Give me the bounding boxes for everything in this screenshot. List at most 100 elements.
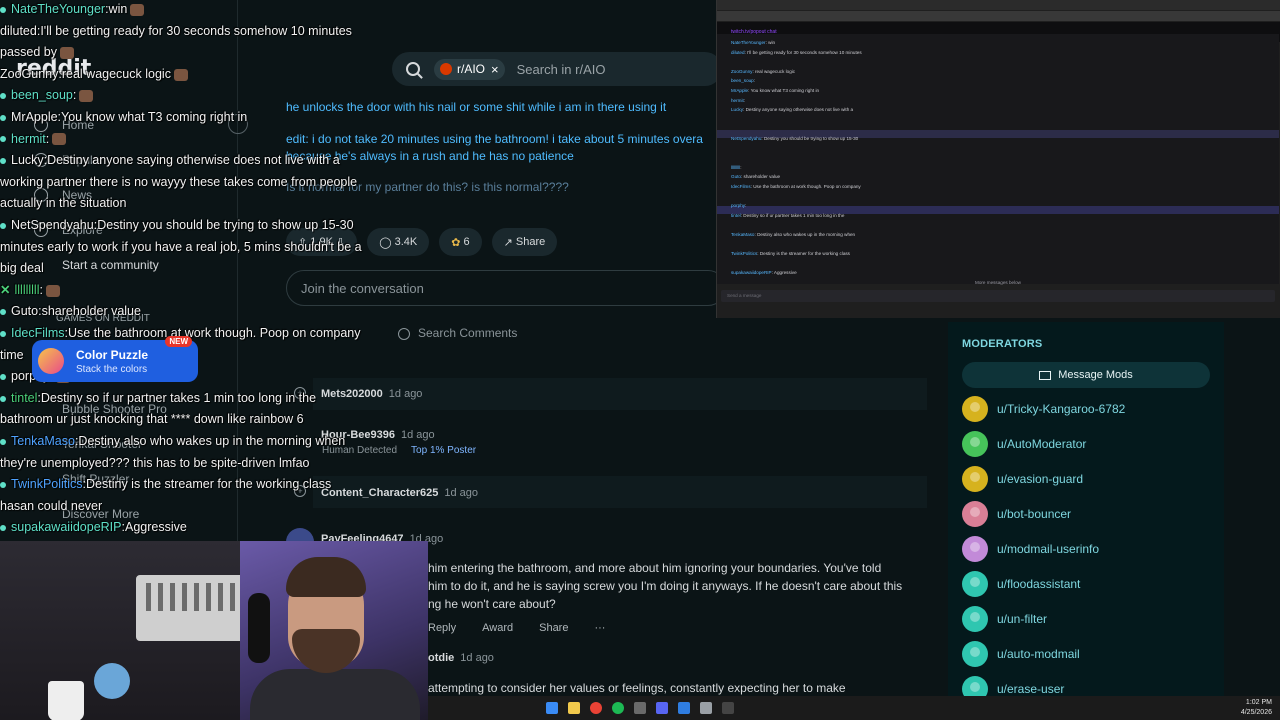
comment-action-bar: Reply Award Share ···: [428, 622, 605, 634]
share-button[interactable]: ↗ Share: [491, 228, 558, 256]
search-placeholder[interactable]: Search in r/AIO: [517, 62, 606, 77]
mini-chat-username[interactable]: Lucky: [731, 107, 743, 112]
chat-username[interactable]: TwinkPolitics: [11, 477, 83, 491]
chat-username[interactable]: Guto: [11, 304, 38, 318]
chat-username[interactable]: NetSpendyahu: [11, 218, 94, 232]
chat-username[interactable]: IdecFilms: [11, 326, 64, 340]
moderator-name[interactable]: u/auto-modmail: [997, 647, 1080, 661]
mini-chat-text: Destiny anyone saying otherwise does not…: [745, 107, 854, 113]
mini-chat-username[interactable]: MrApple: [731, 88, 748, 93]
chrome-icon[interactable]: [590, 702, 602, 714]
chat-text: You know what T3 coming right in: [61, 110, 248, 124]
reply-button[interactable]: Reply: [428, 622, 456, 634]
moderator-name[interactable]: u/un-filter: [997, 612, 1047, 626]
browser-tab-strip[interactable]: [717, 0, 1280, 10]
badge-icon: [0, 309, 6, 316]
settings-icon[interactable]: [700, 702, 712, 714]
chat-username[interactable]: been_soup: [11, 88, 73, 102]
moderator-name[interactable]: u/erase-user: [997, 682, 1064, 696]
mini-chat-username[interactable]: Guto: [731, 174, 741, 179]
mini-chat-text: real wagecuck logic: [755, 68, 796, 74]
chat-username[interactable]: lllllllll: [14, 283, 39, 297]
moderator-name[interactable]: u/Tricky-Kangaroo-6782: [997, 402, 1125, 416]
mini-chat-username[interactable]: supakawaiidopeRIP: [731, 270, 772, 275]
app-icon[interactable]: [678, 702, 690, 714]
share-button[interactable]: Share: [539, 622, 568, 634]
chat-username[interactable]: supakawaiidopeRIP: [11, 520, 122, 534]
moderator-item[interactable]: u/modmail-userinfo: [962, 536, 1099, 562]
mini-chat-username[interactable]: TwinkPolitics: [731, 251, 757, 256]
file-explorer-icon[interactable]: [568, 702, 580, 714]
spotify-icon[interactable]: [612, 702, 624, 714]
chat-username[interactable]: TenkaMaso: [11, 434, 75, 448]
subreddit-chip[interactable]: r/AIO ×: [434, 58, 505, 80]
chat-message: Guto:shareholder value: [0, 301, 141, 321]
mini-chat-message: NetSpendyahu: Destiny you should be tryi…: [731, 136, 859, 141]
comment-author[interactable]: Mets202000 1d ago: [321, 388, 422, 400]
app-icon[interactable]: [634, 702, 646, 714]
more-messages-indicator[interactable]: More messages below: [717, 280, 1279, 285]
mini-chat-username[interactable]: hermit: [731, 98, 744, 103]
moderator-name[interactable]: u/modmail-userinfo: [997, 542, 1099, 556]
chat-separator: :: [39, 282, 43, 297]
share-label: Share: [515, 236, 546, 248]
chat-text: Aggressive: [124, 520, 187, 535]
nav-start-community[interactable]: Start a community: [62, 258, 159, 272]
comment-icon: ◯: [379, 236, 395, 249]
subreddit-search-bar[interactable]: r/AIO × Search in r/AIO: [392, 52, 722, 86]
comment-author[interactable]: otdie 1d ago: [428, 652, 494, 664]
moderator-item[interactable]: u/bot-bouncer: [962, 501, 1071, 527]
browser-url-bar[interactable]: [717, 11, 1280, 21]
chat-username[interactable]: hermit: [11, 132, 46, 146]
mini-chat-username[interactable]: lllllllll: [731, 165, 740, 170]
award-button[interactable]: Award: [482, 622, 513, 634]
chat-message-input[interactable]: Send a message: [721, 290, 1275, 302]
moderator-item[interactable]: u/Tricky-Kangaroo-6782: [962, 396, 1125, 422]
chat-message: working partner there is no wayyy these …: [0, 172, 357, 192]
comment-author[interactable]: Content_Character625 1d ago: [321, 487, 478, 499]
chat-username[interactable]: tintel: [11, 391, 37, 405]
avatar: [962, 641, 988, 667]
mini-chat-text: Destiny so if ur partner takes 1 min too…: [743, 212, 845, 218]
chat-username[interactable]: MrApple: [11, 110, 58, 124]
mini-chat-username[interactable]: NateTheYounger: [731, 40, 766, 45]
chat-username[interactable]: NateTheYounger: [11, 2, 105, 16]
moderator-name[interactable]: u/floodassistant: [997, 577, 1080, 591]
moderator-item[interactable]: u/evasion-guard: [962, 466, 1083, 492]
mini-chat-username[interactable]: tintel: [731, 213, 741, 218]
mini-chat-username[interactable]: diluted: [731, 50, 745, 55]
system-clock[interactable]: 1:02 PM 4/25/2026: [1241, 698, 1272, 718]
moderator-name[interactable]: u/evasion-guard: [997, 472, 1083, 486]
moderator-name[interactable]: u/bot-bouncer: [997, 507, 1071, 521]
discord-icon[interactable]: [656, 702, 668, 714]
moderator-item[interactable]: u/floodassistant: [962, 571, 1080, 597]
chat-username[interactable]: Lucky: [11, 153, 44, 167]
mini-chat-username[interactable]: TenkaMaso: [731, 232, 755, 237]
color-puzzle-card[interactable]: Color Puzzle Stack the colors NEW: [32, 336, 198, 382]
join-conversation-input[interactable]: Join the conversation: [286, 270, 726, 306]
mini-chat-username[interactable]: been_soup: [731, 78, 754, 83]
more-options-button[interactable]: ···: [594, 622, 605, 634]
search-comments-button[interactable]: Search Comments: [398, 326, 517, 340]
mini-chat-username[interactable]: IdecFilms: [731, 184, 751, 189]
mini-chat-username[interactable]: NetSpendyahu: [731, 136, 761, 141]
mini-chat-username[interactable]: porphy: [731, 203, 745, 208]
avatar: [962, 501, 988, 527]
plush-toy: [94, 663, 130, 699]
moderator-item[interactable]: u/auto-modmail: [962, 641, 1080, 667]
comments-button[interactable]: ◯ 3.4K: [367, 228, 430, 256]
windows-taskbar: 1:02 PM 4/25/2026: [428, 696, 1280, 720]
avatar: [962, 571, 988, 597]
chat-username[interactable]: diluted: [0, 24, 37, 38]
moderator-item[interactable]: u/AutoModerator: [962, 431, 1086, 457]
chat-username[interactable]: ZooGunny: [0, 67, 58, 81]
award-button[interactable]: ✿ 6: [439, 228, 482, 256]
close-icon[interactable]: ×: [491, 62, 499, 77]
app-icon[interactable]: [722, 702, 734, 714]
message-mods-button[interactable]: Message Mods: [962, 362, 1210, 388]
start-icon[interactable]: [546, 702, 558, 714]
moderator-item[interactable]: u/un-filter: [962, 606, 1047, 632]
moderator-name[interactable]: u/AutoModerator: [997, 437, 1086, 451]
chat-separator: :: [72, 88, 77, 103]
mini-chat-username[interactable]: ZooGunny: [731, 69, 752, 74]
